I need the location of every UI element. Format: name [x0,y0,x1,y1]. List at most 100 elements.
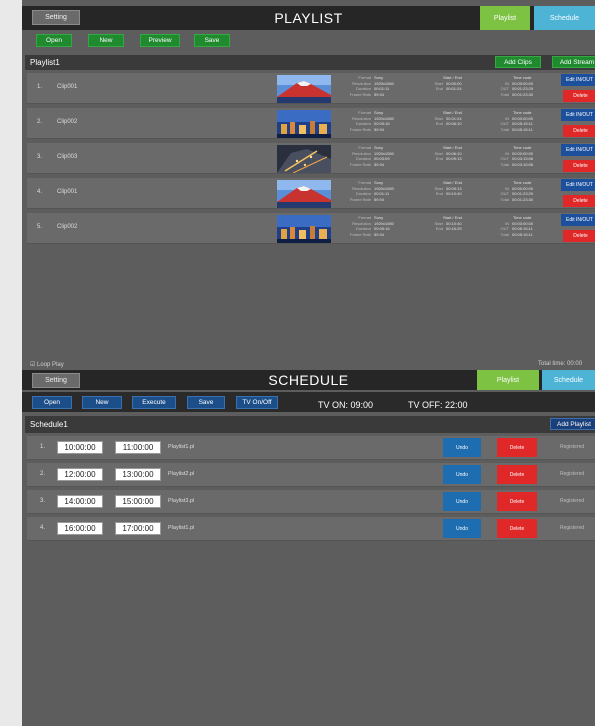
add-clips-button[interactable]: Add Clips [495,56,541,68]
status-label: Registered [560,525,585,531]
schedule-title-bar: Setting SCHEDULE Playlist Schedule [22,370,595,390]
playlist-file-name: Playlist1.pl [168,444,195,450]
edit-in-out-button[interactable]: Edit IN/OUT [561,74,595,86]
add-playlist-button[interactable]: Add Playlist [550,418,595,430]
schedule-number: 3. [40,498,46,504]
framerate-value: 59.94 [374,196,385,202]
start-time-field[interactable]: 14:00:00 [57,495,103,508]
undo-button[interactable]: Undo [443,438,481,457]
clip-thumbnail [277,75,331,103]
delete-schedule-button[interactable]: Delete [497,519,537,538]
edit-in-out-button[interactable]: Edit IN/OUT [561,214,595,226]
clip-row[interactable]: 4. Clip001 Format Sony Resolution 1920x108… [27,178,595,209]
end-time-field[interactable]: 11:00:00 [115,441,161,454]
clip-name: Clip001 [57,84,78,90]
framerate-label: Frame Rate [349,161,371,167]
clip-row[interactable]: 2. Clip002 Format Sony Resolution 1920x108… [27,108,595,139]
end-value: 00:06:10 [446,121,462,126]
clip-thumbnail [277,110,331,138]
end-value: 00:09:13 [446,156,462,161]
delete-clip-button[interactable]: Delete [563,125,595,137]
clip-number: 4. [37,189,43,195]
save-button[interactable]: Save [194,34,230,47]
clip-row[interactable]: 1. Clip001 Format Sony Resolution 1920x108… [27,73,595,104]
preview-button[interactable]: Preview [140,34,180,47]
end-value: 00:16:25 [446,226,462,231]
playlist-file-name: Playlist1.pl [168,525,195,531]
schedule-open-button[interactable]: Open [32,396,72,409]
end-time-field[interactable]: 13:00:00 [115,468,161,481]
clip-row[interactable]: 5. Clip002 Format Sony Resolution 1920x108… [27,213,595,244]
clip-row[interactable]: 3. Clip003 Format Sony Resolution 1920x108… [27,143,595,174]
framerate-value: 59.94 [374,161,385,167]
delete-clip-button[interactable]: Delete [563,160,595,172]
schedule-new-button[interactable]: New [82,396,122,409]
delete-schedule-button[interactable]: Delete [497,492,537,511]
clip-name: Clip002 [57,119,78,125]
schedule-header: Schedule1 Add Playlist [25,416,595,433]
total-value: 00:01:23:30 [512,91,534,97]
delete-clip-button[interactable]: Delete [563,230,595,242]
framerate-value: 59.94 [374,231,385,237]
clip-info: Format Sony Resolution 1920x1080 Duration 0… [345,145,394,167]
clip-start-end: Start / End Start 00:00:00 End 00:01:24 [429,75,462,92]
clip-number: 3. [37,154,43,160]
app-window: Setting PLAYLIST Playlist Schedule Open … [22,0,595,726]
execute-button[interactable]: Execute [132,396,176,409]
clip-thumbnail [277,145,331,173]
undo-button[interactable]: Undo [443,465,481,484]
clip-timecode: Time code IN 00:00:00:00 OUT 00:01:23:29 T… [497,180,534,202]
start-time-field[interactable]: 12:00:00 [57,468,103,481]
clip-start-end: Start / End Start 00:09:13 End 00:10:40 [429,180,462,197]
clip-start-end: Start / End Start 00:10:40 End 00:16:25 [429,215,462,232]
end-value: 00:01:24 [446,86,462,91]
total-label: Total [500,231,509,237]
total-value: 00:01:23:30 [512,196,534,202]
tv-on-time: TV ON: 09:00 [318,400,374,410]
new-button[interactable]: New [88,34,124,47]
schedule-row[interactable]: 4. 16:00:00 17:00:00 Playlist1.pl Undo D… [27,517,595,541]
start-time-field[interactable]: 10:00:00 [57,441,103,454]
tab-playlist[interactable]: Playlist [480,6,530,30]
tv-onoff-button[interactable]: TV On/Off [236,396,278,409]
schedule-row[interactable]: 2. 12:00:00 13:00:00 Playlist2.pl Undo D… [27,463,595,487]
schedule-toolbar: Open New Execute Save TV On/Off [22,392,595,412]
end-label: End [435,86,443,91]
end-time-field[interactable]: 17:00:00 [115,522,161,535]
edit-in-out-button[interactable]: Edit IN/OUT [561,144,595,156]
end-label: End [435,121,443,126]
schedule-row[interactable]: 3. 14:00:00 15:00:00 Playlist3.pl Undo D… [27,490,595,514]
schedule-row[interactable]: 1. 10:00:00 11:00:00 Playlist1.pl Undo D… [27,436,595,460]
end-label: End [435,156,443,161]
delete-schedule-button[interactable]: Delete [497,438,537,457]
tab-schedule[interactable]: Schedule [534,6,595,30]
delete-clip-button[interactable]: Delete [563,90,595,102]
clip-timecode: Time code IN 00:00:00:00 OUT 00:03:15:06 T… [497,145,534,167]
tv-off-time: TV OFF: 22:00 [408,400,468,410]
clip-name: Clip002 [57,224,78,230]
schedule-save-button[interactable]: Save [187,396,225,409]
schedule-number: 2. [40,471,46,477]
status-label: Registered [560,471,585,477]
add-stream-button[interactable]: Add Stream [552,56,595,68]
end-time-field[interactable]: 15:00:00 [115,495,161,508]
total-time: Total time: 00:00 [538,361,583,367]
clip-info: Format Sony Resolution 1920x1080 Duration 0… [345,180,394,202]
loop-play-checkbox[interactable]: ☑ Loop Play [30,361,64,368]
edit-in-out-button[interactable]: Edit IN/OUT [561,179,595,191]
end-label: End [435,226,443,231]
tab-schedule-2[interactable]: Schedule [542,370,595,390]
start-time-field[interactable]: 16:00:00 [57,522,103,535]
edit-in-out-button[interactable]: Edit IN/OUT [561,109,595,121]
delete-clip-button[interactable]: Delete [563,195,595,207]
undo-button[interactable]: Undo [443,519,481,538]
undo-button[interactable]: Undo [443,492,481,511]
tab-playlist-2[interactable]: Playlist [477,370,539,390]
end-value: 00:10:40 [446,191,462,196]
playlist-file-name: Playlist3.pl [168,498,195,504]
clip-number: 5. [37,224,43,230]
playlist-name: Playlist1 [30,58,60,67]
status-label: Registered [560,498,585,504]
open-button[interactable]: Open [36,34,72,47]
delete-schedule-button[interactable]: Delete [497,465,537,484]
